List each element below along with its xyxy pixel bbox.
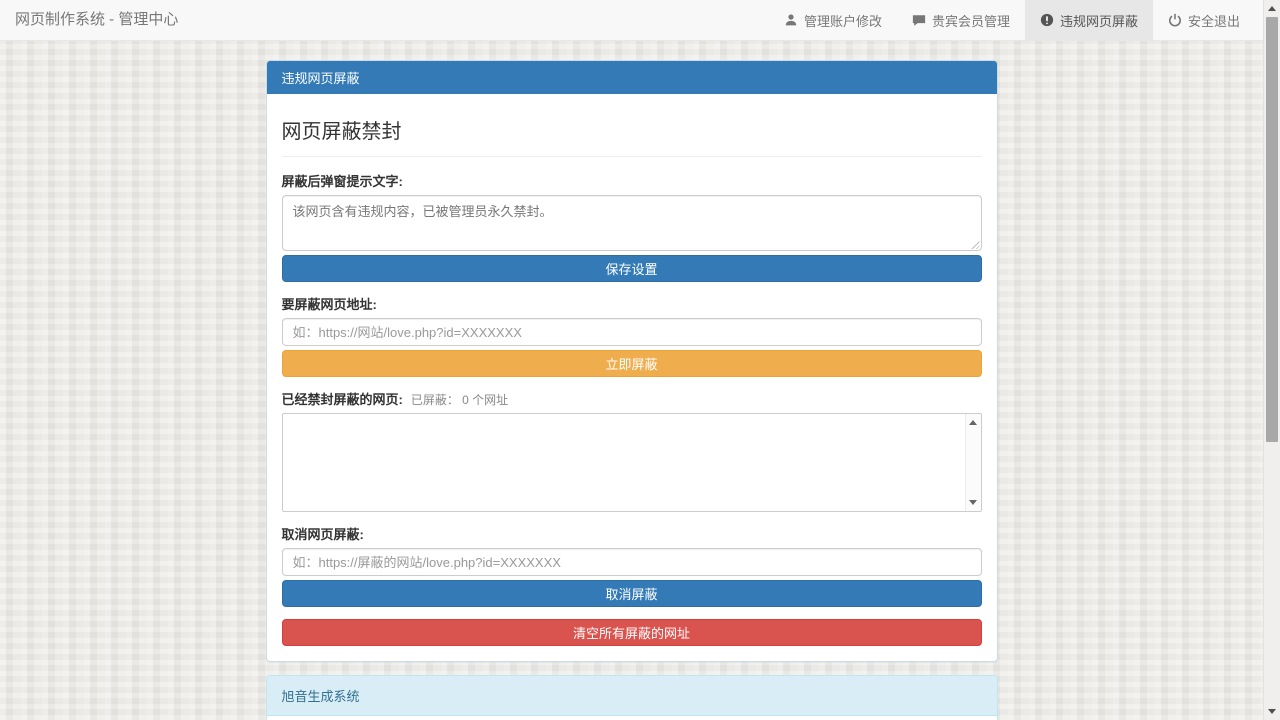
generator-panel-header: 旭音生成系统 xyxy=(267,676,997,716)
nav-item-label: 安全退出 xyxy=(1188,11,1240,30)
unblock-button[interactable]: 取消屏蔽 xyxy=(282,580,982,607)
divider xyxy=(282,156,982,157)
app-title: 网页制作系统 - 管理中心 xyxy=(0,0,193,40)
scroll-down-icon[interactable] xyxy=(966,495,981,510)
panel-body: 网页屏蔽禁封 屏蔽后弹窗提示文字: 该网页含有违规内容，已被管理员永久禁封。 保… xyxy=(267,94,997,661)
popup-text-wrap: 该网页含有违规内容，已被管理员永久禁封。 xyxy=(282,195,982,251)
navbar-menu: 管理账户修改 贵宾会员管理 违规网页屏蔽 安全退出 xyxy=(769,0,1263,40)
nav-item-vip-members[interactable]: 贵宾会员管理 xyxy=(897,0,1025,40)
block-url-label: 要屏蔽网页地址: xyxy=(282,294,982,313)
clear-all-blocked-button[interactable]: 清空所有屏蔽的网址 xyxy=(282,619,982,646)
blocked-count-text: 已屏蔽： 0 个网址 xyxy=(411,391,508,408)
page-scrollbar[interactable] xyxy=(1263,0,1280,720)
nav-item-illegal-page-block[interactable]: 违规网页屏蔽 xyxy=(1025,0,1153,40)
panel-header: 违规网页屏蔽 xyxy=(267,61,997,94)
nav-item-label: 违规网页屏蔽 xyxy=(1060,11,1138,30)
main-content: 违规网页屏蔽 网页屏蔽禁封 屏蔽后弹窗提示文字: 该网页含有违规内容，已被管理员… xyxy=(0,41,1263,720)
popup-text-textarea[interactable]: 该网页含有违规内容，已被管理员永久禁封。 xyxy=(282,195,982,251)
listbox-scrollbar[interactable] xyxy=(965,414,981,511)
exclamation-circle-icon xyxy=(1040,13,1054,27)
unblock-url-label: 取消网页屏蔽: xyxy=(282,524,982,543)
blocked-list-textarea[interactable] xyxy=(282,413,982,512)
illegal-page-block-panel: 违规网页屏蔽 网页屏蔽禁封 屏蔽后弹窗提示文字: 该网页含有违规内容，已被管理员… xyxy=(266,60,998,662)
nav-item-logout[interactable]: 安全退出 xyxy=(1153,0,1255,40)
user-icon xyxy=(784,13,798,27)
scrollbar-thumb[interactable] xyxy=(1266,17,1278,442)
save-settings-button[interactable]: 保存设置 xyxy=(282,255,982,282)
top-navbar: 网页制作系统 - 管理中心 管理账户修改 贵宾会员管理 违规网页屏蔽 安全退出 xyxy=(0,0,1263,41)
unblock-url-input[interactable] xyxy=(282,548,982,576)
comment-icon xyxy=(912,13,926,27)
scrollbar-down-icon[interactable] xyxy=(1264,703,1280,720)
generator-panel-body xyxy=(267,716,997,720)
blocked-list-label: 已经禁封屏蔽的网页: xyxy=(282,389,403,408)
generator-panel: 旭音生成系统 xyxy=(266,675,998,720)
block-url-input[interactable] xyxy=(282,318,982,346)
power-icon xyxy=(1168,13,1182,27)
block-now-button[interactable]: 立即屏蔽 xyxy=(282,350,982,377)
nav-item-account-edit[interactable]: 管理账户修改 xyxy=(769,0,897,40)
blocked-list-label-row: 已经禁封屏蔽的网页: 已屏蔽： 0 个网址 xyxy=(282,389,982,408)
popup-text-label: 屏蔽后弹窗提示文字: xyxy=(282,171,982,190)
scroll-up-icon[interactable] xyxy=(966,415,981,430)
page-title: 网页屏蔽禁封 xyxy=(282,115,982,144)
nav-item-label: 管理账户修改 xyxy=(804,11,882,30)
nav-item-label: 贵宾会员管理 xyxy=(932,11,1010,30)
scrollbar-up-icon[interactable] xyxy=(1264,0,1280,17)
